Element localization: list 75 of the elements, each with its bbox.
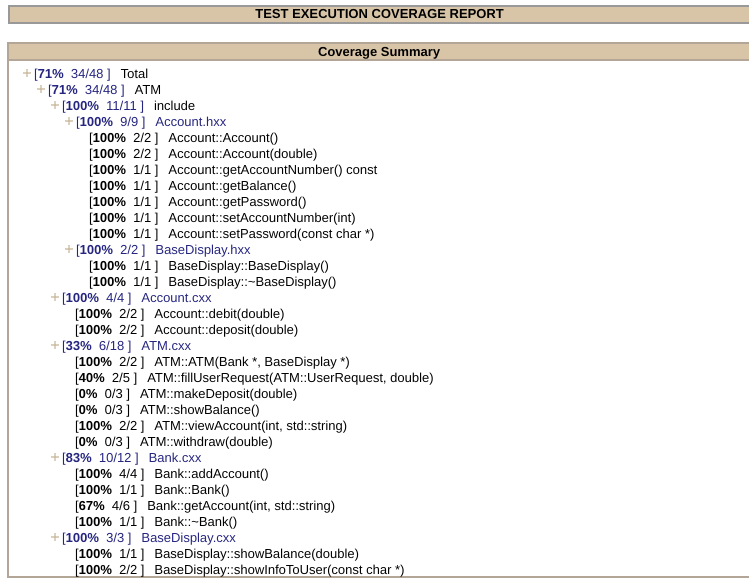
node-name: Account.cxx [141,290,212,304]
node-name: Bank::~Bank() [154,514,238,528]
coverage-stat: [0% 0/3 ] [75,434,130,448]
node-name: Account::Account() [168,130,278,144]
coverage-stat: [100% 2/2 ] [75,322,144,336]
coverage-stat: [33% 6/18 ] [62,338,132,352]
node-name: include [154,98,196,112]
node-name: Account::setAccountNumber(int) [168,210,356,224]
node-name: BaseDisplay::showBalance(double) [154,546,359,560]
node-name: Account::getPassword() [168,194,306,208]
coverage-stat: [40% 2/5 ] [75,370,138,384]
plus-icon[interactable] [23,69,31,77]
coverage-stat: [100% 2/2 ] [89,146,158,160]
plus-icon[interactable] [51,341,59,349]
coverage-stat: [100% 11/11 ] [62,98,144,112]
coverage-stat: [100% 1/1 ] [75,546,144,560]
node-name: BaseDisplay.hxx [155,242,251,256]
coverage-stat: [71% 34/48 ] [48,82,125,96]
coverage-stat: [83% 10/12 ] [62,450,139,464]
coverage-stat: [100% 1/1 ] [89,210,158,224]
node-name: BaseDisplay::BaseDisplay() [168,258,329,272]
node-name: Account.hxx [155,114,226,128]
coverage-stat: [100% 1/1 ] [75,514,144,528]
coverage-stat: [100% 1/1 ] [89,274,158,288]
coverage-stat: [100% 1/1 ] [89,258,158,272]
plus-icon[interactable] [65,117,73,125]
coverage-stat: [100% 9/9 ] [76,114,146,128]
coverage-stat: [67% 4/6 ] [75,498,138,512]
coverage-stat: [100% 4/4 ] [62,290,132,304]
node-name: ATM::showBalance() [140,402,260,416]
coverage-stat: [100% 1/1 ] [89,194,158,208]
node-name: Account::getBalance() [168,178,296,192]
panel-title: Coverage Summary [9,44,749,61]
coverage-stat: [100% 2/2 ] [75,562,144,576]
report-title: TEST EXECUTION COVERAGE REPORT [8,5,749,24]
coverage-stat: [100% 3/3 ] [62,530,132,544]
node-name: Account::Account(double) [168,146,318,160]
coverage-stat: [0% 0/3 ] [75,386,130,400]
coverage-stat: [100% 2/2 ] [76,242,146,256]
coverage-stat: [100% 4/4 ] [75,466,144,480]
node-name: ATM::ATM(Bank *, BaseDisplay *) [154,354,350,368]
coverage-stat: [100% 2/2 ] [89,130,158,144]
coverage-stat: [100% 1/1 ] [75,482,144,496]
coverage-stat: [100% 2/2 ] [75,418,144,432]
plus-icon[interactable] [37,85,45,93]
node-name: Bank::Bank() [154,482,230,496]
node-name: ATM::makeDeposit(double) [140,386,298,400]
node-name: BaseDisplay::~BaseDisplay() [168,274,336,288]
coverage-stat: [100% 2/2 ] [75,306,144,320]
node-name: Account::deposit(double) [154,322,298,336]
plus-icon[interactable] [65,245,73,253]
node-name: BaseDisplay::showInfoToUser(const char *) [154,562,404,576]
coverage-stat: [100% 1/1 ] [89,178,158,192]
coverage-stat: [100% 1/1 ] [89,162,158,176]
node-name: Bank::getAccount(int, std::string) [147,498,336,512]
node-name: ATM [134,82,162,96]
node-name: Total [120,66,148,80]
plus-icon[interactable] [51,101,59,109]
node-name: ATM.cxx [141,338,191,352]
node-name: Account::getAccountNumber() const [168,162,378,176]
node-name: Bank::addAccount() [154,466,269,480]
node-name: ATM::withdraw(double) [140,434,273,448]
node-name: Bank.cxx [148,450,202,464]
plus-icon[interactable] [51,453,59,461]
coverage-stat: [100% 2/2 ] [75,354,144,368]
node-name: Account::setPassword(const char *) [168,226,374,240]
plus-icon[interactable] [51,533,59,541]
coverage-stat: [71% 34/48 ] [34,66,111,80]
node-name: Account::debit(double) [154,306,284,320]
node-name: ATM::fillUserRequest(ATM::UserRequest, double) [147,370,434,384]
coverage-stat: [0% 0/3 ] [75,402,130,416]
node-name: ATM::viewAccount(int, std::string) [154,418,348,432]
plus-icon[interactable] [51,293,59,301]
coverage-stat: [100% 1/1 ] [89,226,158,240]
node-name: BaseDisplay.cxx [141,530,236,544]
